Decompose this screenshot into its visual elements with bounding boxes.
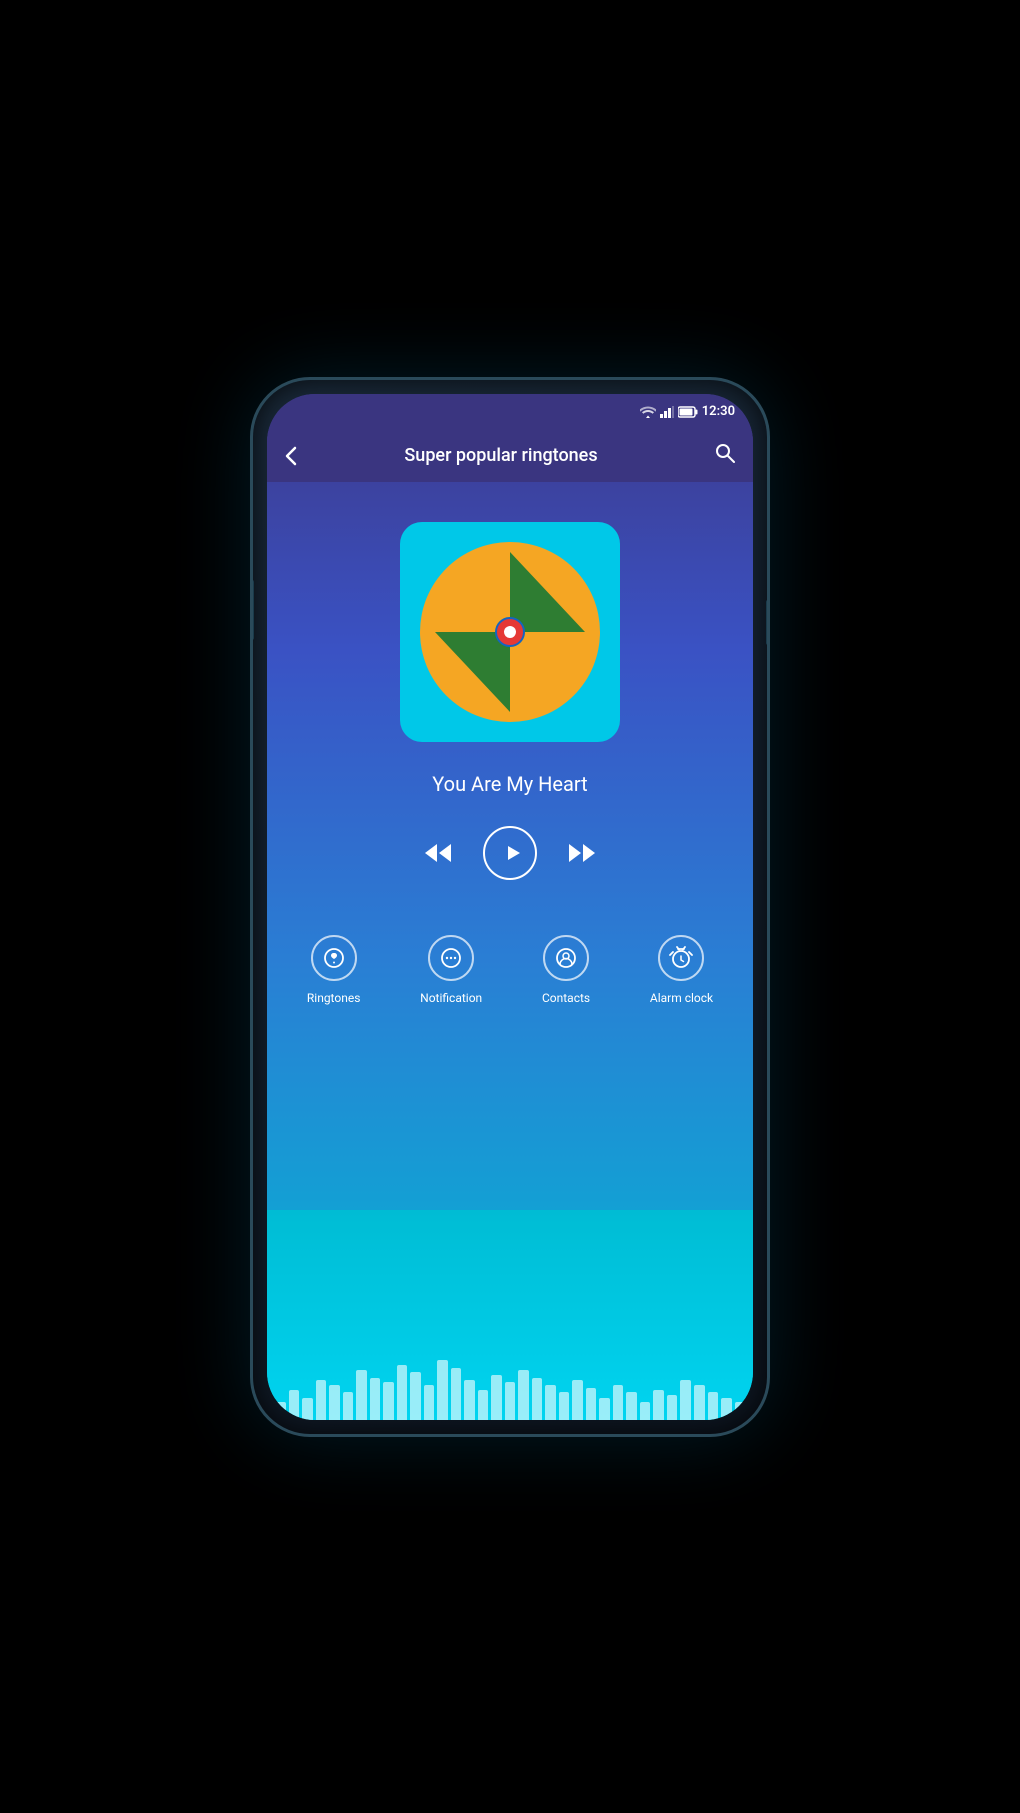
category-contacts[interactable]: Contacts [542,935,590,1005]
battery-icon [678,406,698,418]
alarm-label: Alarm clock [650,991,713,1005]
rewind-button[interactable] [423,842,453,864]
back-button[interactable] [285,446,297,466]
notification-label: Notification [420,991,482,1005]
eq-bar [545,1385,556,1420]
eq-bar [451,1368,462,1420]
album-art-svg [410,532,610,732]
forward-button[interactable] [567,842,597,864]
eq-bar [518,1370,529,1420]
song-title: You Are My Heart [432,772,587,796]
play-button[interactable] [483,826,537,880]
eq-bar [478,1390,489,1420]
eq-bar [626,1392,637,1420]
eq-bar [505,1382,516,1420]
eq-bar [370,1378,381,1420]
lower-section [267,1210,753,1420]
eq-bar [708,1392,719,1420]
alarm-icon [658,935,704,981]
eq-bar [694,1385,705,1420]
eq-bar [383,1382,394,1420]
eq-bar [532,1378,543,1420]
page-title: Super popular ringtones [299,445,703,466]
phone-screen: 12:30 Super popular ringtones [267,394,753,1420]
ringtones-icon [311,935,357,981]
eq-bar [302,1398,313,1420]
eq-bar [653,1390,664,1420]
eq-bar [680,1380,691,1420]
eq-bar [640,1402,651,1420]
category-ringtones[interactable]: Ringtones [307,935,361,1005]
status-icons: 12:30 [640,404,735,419]
phone-frame: 12:30 Super popular ringtones [250,377,770,1437]
status-bar: 12:30 [267,394,753,430]
ringtones-label: Ringtones [307,991,361,1005]
eq-bar [464,1380,475,1420]
category-notification[interactable]: Notification [420,935,482,1005]
equalizer [267,1350,753,1420]
main-content: You Are My Heart [267,482,753,1005]
album-art [400,522,620,742]
eq-bar [437,1360,448,1420]
eq-bar [735,1402,746,1420]
eq-bar [316,1380,327,1420]
status-time: 12:30 [702,404,735,419]
category-alarm[interactable]: Alarm clock [650,935,713,1005]
eq-bar [329,1385,340,1420]
eq-bar [613,1385,624,1420]
eq-bar [586,1388,597,1420]
eq-bar [667,1395,678,1420]
eq-bar [356,1370,367,1420]
top-bar: Super popular ringtones [267,430,753,482]
wifi-icon [640,406,656,418]
contacts-label: Contacts [542,991,590,1005]
search-button[interactable] [715,443,735,469]
eq-bar [289,1390,300,1420]
eq-bar [424,1385,435,1420]
eq-bar [599,1398,610,1420]
eq-bar [343,1392,354,1420]
eq-bar [397,1365,408,1420]
notification-icon [428,935,474,981]
eq-bar [721,1398,732,1420]
eq-bar [572,1380,583,1420]
eq-bar [491,1375,502,1420]
eq-bar [559,1392,570,1420]
eq-bar [410,1372,421,1420]
volume-button[interactable] [250,580,254,640]
signal-icon [660,406,674,418]
eq-bar [275,1402,286,1420]
player-controls [423,826,597,880]
power-button[interactable] [766,600,770,645]
category-bar: Ringtones Notification [267,935,753,1005]
contacts-icon [543,935,589,981]
